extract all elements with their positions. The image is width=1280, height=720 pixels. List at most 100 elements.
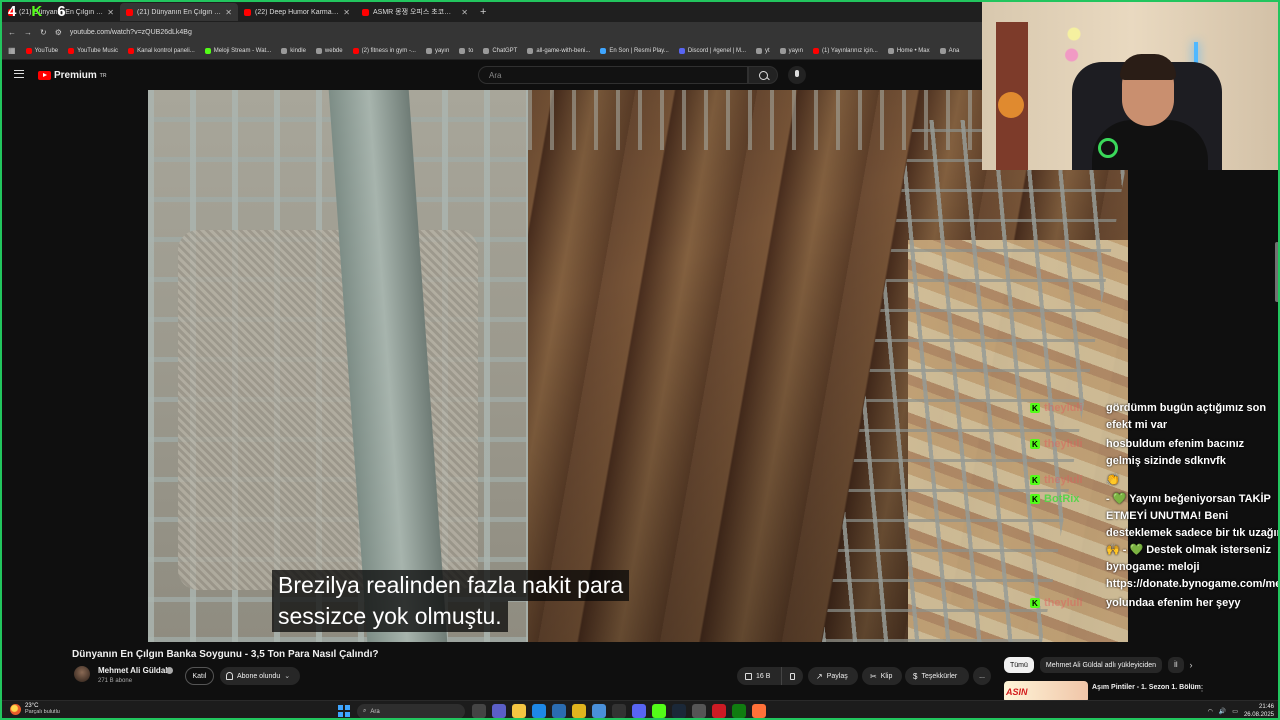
windows-taskbar: 23°C Parçalı bulutlu ⌕ Ara ◠ 🔊 ▭ 21:46 2… (2, 700, 1278, 718)
recommendation-title[interactable]: Aşım Pintiler - 1. Sezon 1. Bölüm (1092, 684, 1201, 691)
store-icon[interactable] (552, 704, 566, 718)
channel-name[interactable]: Mehmet Ali Güldal (98, 666, 168, 675)
bookmark-folder[interactable]: yt (756, 47, 770, 54)
browser-tab-2[interactable]: (21) Dünyanın En Çılgın Banka ✕ (120, 3, 238, 21)
search-input[interactable]: Ara (478, 66, 748, 84)
bookmark-folder[interactable]: yayın (425, 47, 449, 54)
youtube-play-icon (38, 71, 51, 80)
camera-icon[interactable] (692, 704, 706, 718)
close-tab-icon[interactable]: ✕ (461, 8, 468, 17)
url-field[interactable]: youtube.com/watch?v=zQUB26dLk4Bg (70, 29, 192, 36)
dislike-button[interactable] (781, 667, 803, 685)
chatgpt-icon (483, 47, 490, 54)
xbox-icon[interactable] (732, 704, 746, 718)
taskbar-search[interactable]: ⌕ Ara (357, 704, 465, 718)
site-info-icon[interactable]: ⚙ (55, 28, 62, 37)
chip-related[interactable]: İl (1168, 657, 1184, 673)
more-actions-button[interactable]: ... (973, 667, 991, 685)
bookmark-item[interactable]: (2) fitness in gym -... (352, 47, 416, 54)
subscribed-button[interactable]: Abone olundu ⌄ (220, 667, 300, 685)
volume-icon[interactable]: 🔊 (1219, 708, 1226, 715)
chat-username: theyluli (1044, 402, 1083, 414)
bookmark-item[interactable]: ChatGPT (483, 47, 517, 54)
windows-start-icon[interactable] (338, 705, 350, 717)
apps-grid-icon[interactable]: ▦ (8, 46, 16, 55)
folder-icon (425, 47, 432, 54)
webcam-overlay (982, 2, 1278, 170)
forward-icon[interactable]: → (24, 28, 32, 37)
stream-counter-overlay: 4 K 6 (8, 3, 67, 20)
chat-text: 👏 (1106, 474, 1120, 486)
chrome-icon[interactable] (572, 704, 586, 718)
bookmark-item[interactable]: all-game-with-beni... (527, 47, 590, 54)
channel-avatar[interactable] (74, 666, 90, 682)
counter-left: 4 (8, 3, 18, 20)
chat-message: theyluli 👏 (1030, 472, 1278, 489)
weather-condition: Parçalı bulutlu (25, 709, 60, 715)
battery-icon[interactable]: ▭ (1232, 708, 1238, 715)
task-view-icon[interactable] (472, 704, 486, 718)
menu-icon[interactable] (14, 70, 24, 78)
bookmark-folder[interactable]: kindle (281, 47, 306, 54)
join-button[interactable]: Katıl (185, 667, 214, 685)
bookmark-item[interactable]: Meloji Stream - Wat... (204, 47, 271, 54)
bookmark-folder[interactable]: to (459, 47, 473, 54)
back-icon[interactable]: ← (8, 28, 16, 37)
photos-icon[interactable] (592, 704, 606, 718)
video-player[interactable]: Brezilya realinden fazla nakit para sess… (148, 90, 1128, 642)
bookmark-folder[interactable]: webde (315, 47, 343, 54)
browser-tab-bar: (21) Dünyanın En Çılgın Banka... ✕ (21) … (2, 2, 982, 22)
bookmark-item[interactable]: (1) Yayınlarınız için... (813, 47, 878, 54)
discord-icon (678, 47, 685, 54)
weather-widget[interactable]: 23°C Parçalı bulutlu (10, 703, 60, 715)
edge-icon[interactable] (532, 704, 546, 718)
firefox-icon[interactable] (752, 704, 766, 718)
system-tray: ◠ 🔊 ▭ 21:46 26.08.2025 (1208, 703, 1274, 718)
clock[interactable]: 21:46 26.08.2025 (1244, 703, 1274, 718)
like-button[interactable]: 16 B (737, 667, 781, 685)
bookmark-folder[interactable]: yayın (779, 47, 803, 54)
chat-username: theyluli (1044, 474, 1083, 486)
steam-icon[interactable] (672, 704, 686, 718)
page-scrollbar[interactable] (1275, 242, 1278, 302)
recommendation-menu-icon[interactable]: ⋮ (1198, 684, 1206, 693)
youtube-logo[interactable]: Premium TR (38, 70, 106, 81)
bookmark-item[interactable]: En Son | Resmi Play... (600, 47, 669, 54)
opera-icon[interactable] (712, 704, 726, 718)
bookmark-item[interactable]: YouTube (25, 47, 58, 54)
bookmark-item[interactable]: YouTube Music (68, 47, 118, 54)
obs-icon[interactable] (612, 704, 626, 718)
thumbs-up-icon (745, 672, 752, 680)
kick-app-icon[interactable] (652, 704, 666, 718)
chat-text: hosbuldum efenim bacınız gelmiş sizinde … (1106, 438, 1245, 467)
discord-icon[interactable] (632, 704, 646, 718)
reload-icon[interactable]: ↻ (40, 28, 47, 37)
browser-tab-4[interactable]: ASMR 몽쟁 오피스 초코파이 ... ✕ (356, 3, 474, 21)
browser-tab-3[interactable]: (22) Deep Humor Karma Röportaj ✕ (238, 3, 356, 21)
voice-search-button[interactable] (788, 66, 806, 84)
new-tab-button[interactable]: + (474, 6, 492, 18)
wifi-icon[interactable]: ◠ (1208, 708, 1213, 715)
thanks-button[interactable]: $ Teşekkürler (905, 667, 969, 685)
close-tab-icon[interactable]: ✕ (343, 8, 350, 17)
bookmark-item[interactable]: Discord | #genel | M... (678, 47, 746, 54)
clip-button[interactable]: ✂ Klip (862, 667, 902, 685)
search-button[interactable] (748, 66, 778, 84)
chevron-down-icon: ⌄ (284, 673, 291, 680)
chat-text: - 💚 Yayını beğeniyorsan TAKİP ETMEYİ UNU… (1106, 493, 1280, 590)
taskbar-apps (472, 704, 766, 718)
share-button[interactable]: ↗ Paylaş (808, 667, 858, 685)
bookmark-item[interactable]: Kanal kontrol paneli... (128, 47, 195, 54)
close-tab-icon[interactable]: ✕ (107, 8, 114, 17)
chip-from-uploader[interactable]: Mehmet Ali Güldal adlı yükleyiciden (1039, 657, 1163, 673)
chip-all[interactable]: Tümü (1004, 657, 1034, 673)
bookmark-icon (527, 47, 534, 54)
bookmark-item[interactable]: Home • Max (887, 47, 930, 54)
bookmark-item[interactable]: Ana (939, 47, 959, 54)
chevron-right-icon[interactable]: › (1190, 660, 1193, 670)
explorer-icon[interactable] (512, 704, 526, 718)
counter-kick-logo: K (31, 3, 44, 20)
close-tab-icon[interactable]: ✕ (225, 8, 232, 17)
bookmark-icon (68, 47, 75, 54)
teams-icon[interactable] (492, 704, 506, 718)
